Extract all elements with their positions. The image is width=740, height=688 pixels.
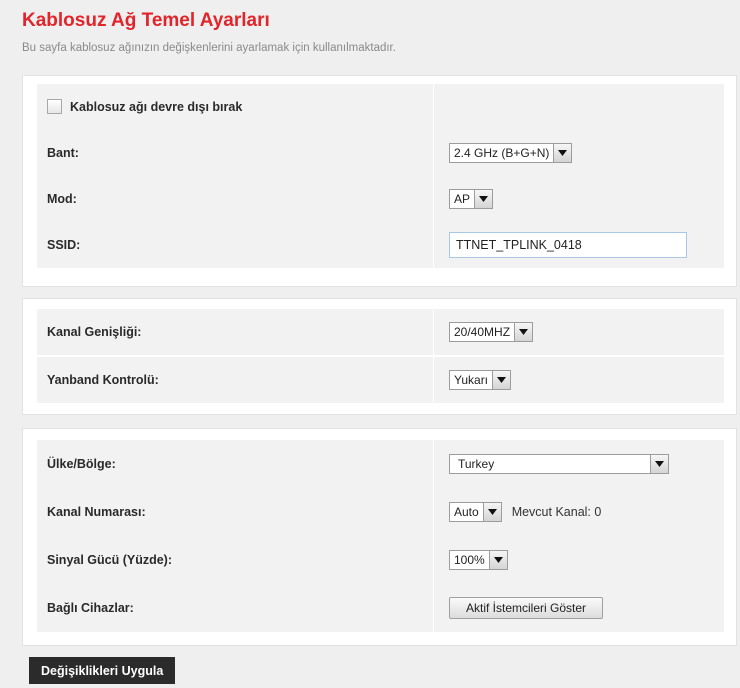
band-select[interactable]: 2.4 GHz (B+G+N) [449,143,573,163]
column-divider [433,488,434,536]
sideband-select[interactable]: Yukarı [449,370,512,390]
chevron-down-icon[interactable] [474,190,493,208]
page-title: Kablosuz Ağ Temel Ayarları [22,10,270,31]
ssid-label: SSID: [47,238,81,252]
channel-width-label: Kanal Genişliği: [47,325,142,339]
signal-power-select[interactable]: 100% [449,550,508,570]
chevron-down-icon[interactable] [488,551,507,569]
band-row: Bant: 2.4 GHz (B+G+N) [37,130,724,176]
column-divider [433,222,434,268]
mode-select[interactable]: AP [449,189,494,209]
signal-power-label: Sinyal Gücü (Yüzde): [47,553,173,567]
column-divider [433,309,434,355]
column-divider [433,584,434,632]
channel-number-label: Kanal Numarası: [47,505,146,519]
checkbox-icon[interactable] [47,99,62,115]
basic-settings-panel: Kablosuz ağı devre dışı bırak Bant: 2.4 … [22,75,737,287]
column-divider [433,357,434,403]
chevron-down-icon[interactable] [553,144,572,162]
channel-width-value: 20/40MHZ [454,325,511,339]
column-divider [433,440,434,488]
column-divider [433,84,434,130]
connected-devices-row: Bağlı Cihazlar: Aktif İstemcileri Göster [37,584,724,632]
mode-label: Mod: [47,192,77,206]
mode-select-value: AP [454,192,471,206]
signal-power-row: Sinyal Gücü (Yüzde): 100% [37,536,724,584]
band-label: Bant: [47,146,79,160]
sideband-value: Yukarı [454,373,489,387]
mode-row: Mod: AP [37,176,724,222]
channel-width-panel: Kanal Genişliği: 20/40MHZ Yanband Kontro… [22,298,737,415]
current-channel-text: Mevcut Kanal: 0 [511,505,602,519]
signal-power-value: 100% [454,553,485,567]
chevron-down-icon[interactable] [514,323,533,341]
disable-wireless-row: Kablosuz ağı devre dışı bırak [37,84,724,130]
channel-number-select[interactable]: Auto [449,502,502,522]
country-select[interactable]: Turkey [449,454,669,474]
channel-number-row: Kanal Numarası: Auto Mevcut Kanal: 0 [37,488,724,536]
disable-wireless-label: Kablosuz ağı devre dışı bırak [70,100,243,114]
sideband-row: Yanband Kontrolü: Yukarı [37,357,724,403]
country-label: Ülke/Bölge: [47,457,116,471]
column-divider [433,536,434,584]
channel-number-value: Auto [454,505,479,519]
chevron-down-icon[interactable] [492,371,511,389]
country-value: Turkey [458,457,495,471]
column-divider [433,176,434,222]
channel-width-select[interactable]: 20/40MHZ [449,322,534,342]
band-select-value: 2.4 GHz (B+G+N) [454,146,550,160]
country-row: Ülke/Bölge: Turkey [37,440,724,488]
show-active-clients-button[interactable]: Aktif İstemcileri Göster [449,597,604,619]
sideband-label: Yanband Kontrolü: [47,373,159,387]
channel-width-row: Kanal Genişliği: 20/40MHZ [37,309,724,355]
disable-wireless-checkbox[interactable]: Kablosuz ağı devre dışı bırak [47,84,242,130]
page-subtitle: Bu sayfa kablosuz ağınızın değişkenlerin… [22,42,396,54]
region-power-panel: Ülke/Bölge: Turkey Kanal Numarası: Auto … [22,428,737,646]
chevron-down-icon[interactable] [650,455,668,473]
chevron-down-icon[interactable] [482,503,501,521]
apply-changes-button[interactable]: Değişiklikleri Uygula [29,657,176,684]
ssid-input[interactable] [449,232,687,258]
ssid-row: SSID: [37,222,724,268]
connected-devices-label: Bağlı Cihazlar: [47,601,134,615]
column-divider [433,130,434,176]
